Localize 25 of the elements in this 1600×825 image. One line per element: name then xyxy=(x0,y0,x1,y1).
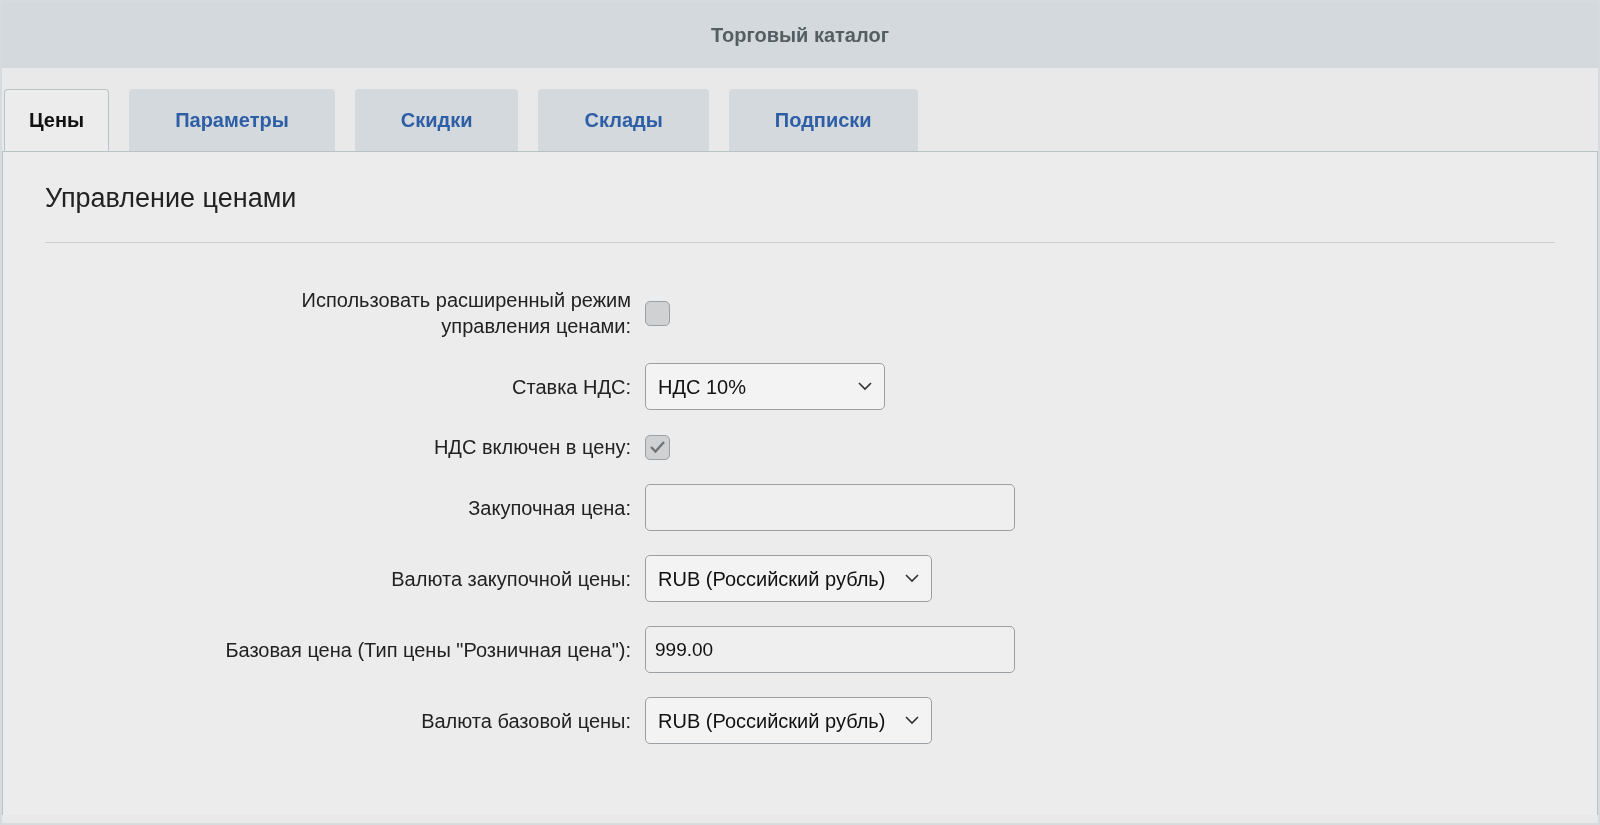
checkbox[interactable] xyxy=(645,300,670,326)
field-label: Ставка НДС: xyxy=(511,374,631,400)
field-label: Валюта закупочной цены: xyxy=(390,566,631,592)
field-label: Валюта базовой цены: xyxy=(420,708,631,734)
checkbox[interactable] xyxy=(645,434,670,460)
section-title: Управление ценами xyxy=(45,182,298,215)
input-field[interactable] xyxy=(645,484,1015,532)
field-label: НДС включен в цену: xyxy=(432,435,631,461)
tab[interactable]: Параметры xyxy=(129,89,335,151)
chevron-down-icon xyxy=(905,574,920,584)
field-label: Базовая цена (Тип цены "Розничная цена"): xyxy=(224,637,631,663)
tab[interactable]: Подписки xyxy=(728,89,918,151)
tab[interactable]: Склады xyxy=(538,89,709,151)
dropdown[interactable]: НДС 10% xyxy=(645,363,885,411)
window-title: Торговый каталог xyxy=(711,23,889,48)
tab[interactable]: Цены xyxy=(4,89,110,151)
field-label: Использовать расширенный режим управления ценами: xyxy=(300,288,631,340)
chevron-down-icon xyxy=(905,716,920,726)
dropdown[interactable]: RUB (Российский рубль) xyxy=(645,697,933,745)
field-label: Закупочная цена: xyxy=(467,495,631,521)
checkmark-icon xyxy=(649,440,666,455)
input-field[interactable]: 999.00 xyxy=(645,626,1015,674)
dropdown[interactable]: RUB (Российский рубль) xyxy=(645,555,933,603)
tab[interactable]: Скидки xyxy=(354,89,519,151)
chevron-down-icon xyxy=(858,382,872,392)
